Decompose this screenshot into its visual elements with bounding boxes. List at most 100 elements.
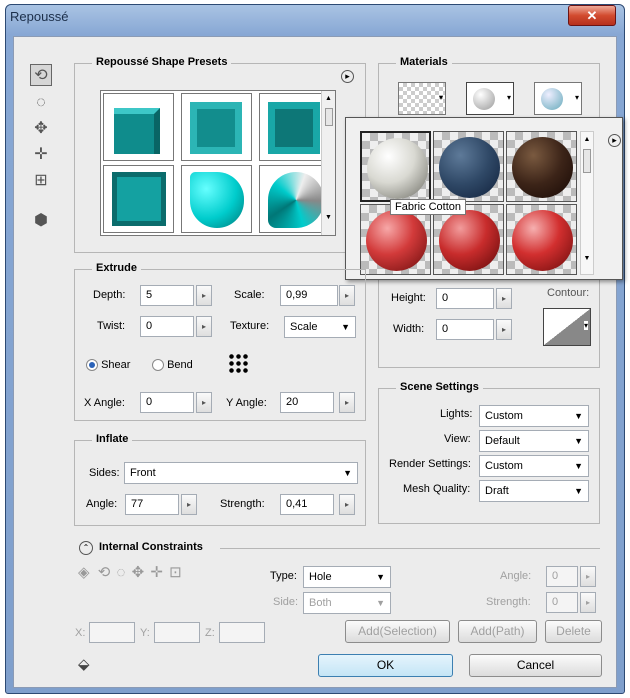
scroll-thumb[interactable] — [324, 108, 333, 126]
material-swatch-transparent[interactable]: ▾ — [398, 82, 446, 115]
scroll-down-icon[interactable]: ▼ — [581, 255, 593, 262]
depth-label: Depth: — [93, 289, 126, 301]
preset-flat-cube[interactable] — [103, 165, 174, 233]
side-select[interactable]: Both ▼ — [303, 592, 391, 614]
constraint-slide-icon[interactable]: ✛ — [150, 564, 163, 581]
rounded-shape-icon — [190, 172, 244, 228]
object-rotate-tool-icon[interactable]: ⟲ — [30, 64, 52, 86]
dropdown-arrow-icon: ▾ — [438, 93, 443, 102]
shear-radio[interactable]: Shear — [86, 359, 130, 372]
height-input[interactable]: 0 — [436, 288, 494, 309]
collapse-icon[interactable]: ⌃ — [79, 541, 93, 555]
dropdown-arrow-icon: ▾ — [574, 93, 579, 102]
slide-tool-icon[interactable]: ✛ — [30, 144, 52, 166]
twist-spin[interactable]: ▸ — [196, 316, 212, 337]
inflate-strength-input[interactable]: 0,41 — [280, 494, 334, 515]
x-input[interactable] — [89, 622, 135, 643]
constraint-tools: ◈ ⟲ ◌ ✥ ✛ ⊡ — [78, 563, 243, 587]
scale-input[interactable]: 0,99 — [280, 285, 338, 306]
inflate-angle-spin[interactable]: ▸ — [181, 494, 197, 515]
sides-select[interactable]: Front ▼ — [124, 462, 358, 484]
lights-value: Custom — [485, 410, 523, 422]
constraint-roll-icon[interactable]: ◌ — [116, 564, 125, 581]
constraint-scale-icon[interactable]: ⊡ — [169, 564, 182, 581]
dropdown-arrow-icon: ▼ — [343, 468, 352, 478]
width-input[interactable]: 0 — [436, 319, 494, 340]
constraint-strength-label: Strength: — [486, 596, 531, 608]
y-label: Y: — [140, 627, 150, 639]
constraint-select-icon[interactable]: ◈ — [78, 564, 90, 581]
material-brown-leather[interactable] — [506, 131, 577, 202]
height-spin[interactable]: ▸ — [496, 288, 512, 309]
preset-cone[interactable] — [259, 165, 330, 233]
contour-picker[interactable]: ▾ — [543, 308, 591, 346]
constraint-strength-input[interactable]: 0 — [546, 592, 578, 613]
side-value: Both — [309, 597, 332, 609]
constraint-angle-label: Angle: — [500, 570, 532, 582]
presets-menu-icon[interactable]: ▸ — [341, 70, 354, 83]
material-tooltip: Fabric Cotton — [390, 199, 467, 215]
scroll-thumb[interactable] — [583, 149, 591, 173]
y-input[interactable] — [154, 622, 200, 643]
scale-tool-icon[interactable]: ⊞ — [30, 170, 52, 192]
preset-inset-cube[interactable] — [259, 93, 330, 161]
depth-input[interactable]: 5 — [140, 285, 194, 306]
type-select[interactable]: Hole ▼ — [303, 566, 391, 588]
scroll-down-icon[interactable]: ▼ — [322, 214, 335, 221]
bend-radio[interactable]: Bend — [152, 359, 193, 372]
material-blue-denim[interactable] — [433, 131, 504, 202]
close-button[interactable]: ✕ — [568, 5, 616, 26]
leather-sphere-icon — [512, 137, 573, 198]
constraint-rotate-icon[interactable]: ⟲ — [98, 564, 111, 581]
dropdown-arrow-icon: ▾ — [506, 93, 511, 102]
yangle-input[interactable]: 20 — [280, 392, 334, 413]
texture-select[interactable]: Scale ▼ — [284, 316, 356, 338]
red-mesh-sphere-icon — [366, 210, 427, 271]
preset-cube[interactable] — [103, 93, 174, 161]
material-swatch-bevel[interactable]: ▾ — [534, 82, 582, 115]
roll-tool-icon[interactable]: ◌ — [30, 92, 52, 114]
inflate-angle-input[interactable]: 77 — [125, 494, 179, 515]
width-spin[interactable]: ▸ — [496, 319, 512, 340]
reference-point-icon[interactable] — [228, 353, 248, 373]
scale-spin[interactable]: ▸ — [339, 285, 355, 306]
dropdown-arrow-icon: ▼ — [341, 322, 350, 332]
view-select[interactable]: Default ▼ — [479, 430, 589, 452]
inflate-strength-spin[interactable]: ▸ — [339, 494, 355, 515]
camera-tool-icon[interactable]: ⬢ — [30, 210, 52, 232]
mesh-quality-select[interactable]: Draft ▼ — [479, 480, 589, 502]
xangle-input[interactable]: 0 — [140, 392, 194, 413]
scroll-up-icon[interactable]: ▲ — [322, 95, 335, 102]
yangle-spin[interactable]: ▸ — [339, 392, 355, 413]
constraint-angle-input[interactable]: 0 — [546, 566, 578, 587]
xangle-spin[interactable]: ▸ — [196, 392, 212, 413]
add-selection-button[interactable]: Add(Selection) — [345, 620, 450, 643]
pan-tool-icon[interactable]: ✥ — [30, 118, 52, 140]
material-red-fabric[interactable] — [506, 204, 577, 275]
preset-bevel-cube[interactable] — [181, 93, 252, 161]
ok-button[interactable]: OK — [318, 654, 453, 677]
3d-axis-icon[interactable]: ⬙ — [78, 655, 90, 673]
cancel-button[interactable]: Cancel — [469, 654, 602, 677]
side-label: Side: — [273, 596, 299, 608]
material-fabric-cotton[interactable] — [360, 131, 431, 202]
constraint-angle-spin[interactable]: ▸ — [580, 566, 596, 587]
materials-menu-icon[interactable]: ▸ — [608, 134, 621, 147]
lights-select[interactable]: Custom ▼ — [479, 405, 589, 427]
constraint-strength-spin[interactable]: ▸ — [580, 592, 596, 613]
materials-scrollbar[interactable]: ▲ ▼ — [580, 131, 594, 275]
depth-spin[interactable]: ▸ — [196, 285, 212, 306]
add-path-button[interactable]: Add(Path) — [458, 620, 537, 643]
scroll-up-icon[interactable]: ▲ — [581, 136, 593, 143]
sides-label: Sides: — [89, 467, 120, 479]
z-input[interactable] — [219, 622, 265, 643]
presets-scrollbar[interactable]: ▲ ▼ — [321, 91, 335, 235]
twist-input[interactable]: 0 — [140, 316, 194, 337]
delete-button[interactable]: Delete — [545, 620, 602, 643]
yangle-label: Y Angle: — [226, 397, 267, 409]
material-swatch-front[interactable]: ▾ — [466, 82, 514, 115]
constraint-pan-icon[interactable]: ✥ — [132, 564, 145, 581]
preset-rounded[interactable] — [181, 165, 252, 233]
render-settings-select[interactable]: Custom ▼ — [479, 455, 589, 477]
type-label: Type: — [270, 570, 297, 582]
